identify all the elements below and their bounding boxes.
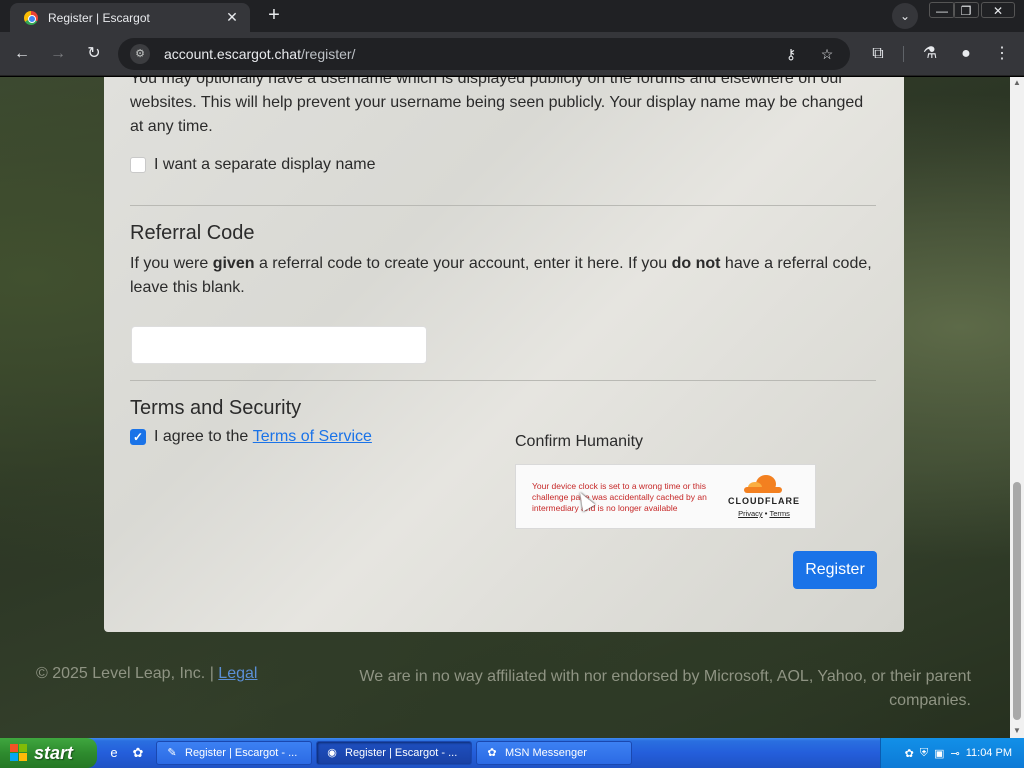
taskbar-button-msn-messenger[interactable]: ✿ MSN Messenger [476, 741, 632, 765]
new-tab-button[interactable]: + [262, 4, 286, 28]
referral-desc-part: a referral code to create your account, … [254, 255, 672, 272]
taskbar-button-label: Register | Escargot - ... [185, 747, 298, 759]
system-tray: ✿ ⛨ ▣ ⊸ 11:04 PM [880, 738, 1024, 768]
display-name-checkbox[interactable] [130, 157, 146, 173]
page-viewport: You may optionally have a username which… [0, 77, 1024, 738]
cloudflare-terms-link[interactable]: Terms [769, 509, 789, 518]
scroll-down-arrow-icon[interactable]: ▼ [1013, 727, 1021, 735]
confirm-humanity-label: Confirm Humanity [515, 433, 644, 450]
windows-taskbar: start e ✿ ✎ Register | Escargot - ... ◉ … [0, 738, 1024, 768]
register-form-card: You may optionally have a username which… [104, 77, 904, 632]
network-tray-icon[interactable]: ▣ [934, 747, 944, 760]
password-key-icon[interactable]: ⚷ [780, 46, 802, 63]
bookmark-star-icon[interactable]: ☆ [816, 46, 838, 63]
footer-copyright: © 2025 Level Leap, Inc. | Legal [36, 665, 257, 683]
toolbar-divider [903, 46, 904, 62]
internet-explorer-quicklaunch-icon[interactable]: e [105, 744, 123, 762]
window-minimize-button[interactable]: — [929, 2, 955, 18]
browser-tab[interactable]: Register | Escargot ✕ [10, 3, 250, 32]
terms-of-service-link[interactable]: Terms of Service [253, 428, 372, 446]
extensions-puzzle-icon[interactable]: ⧉ [866, 42, 890, 66]
url-host: account.escargot.chat [164, 46, 301, 62]
register-button[interactable]: Register [793, 551, 877, 589]
terms-checkbox[interactable]: ✓ [130, 429, 146, 445]
cloudflare-privacy-link[interactable]: Privacy [738, 509, 763, 518]
referral-code-input[interactable] [131, 326, 427, 364]
start-button[interactable]: start [0, 738, 97, 768]
legal-link[interactable]: Legal [218, 665, 257, 682]
copyright-text: © 2025 Level Leap, Inc. | [36, 665, 219, 682]
msn-quicklaunch-icon[interactable]: ✿ [129, 744, 147, 762]
chrome-favicon-icon [24, 10, 38, 25]
display-name-description: You may optionally have a username which… [130, 77, 864, 135]
taskbar-button-label: MSN Messenger [505, 747, 587, 759]
system-clock[interactable]: 11:04 PM [966, 747, 1012, 759]
security-shield-tray-icon[interactable]: ⛨ [920, 747, 928, 760]
chrome-icon: ◉ [327, 747, 337, 759]
cloudflare-logo: CLOUDFLARE Privacy • Terms [724, 475, 804, 518]
tab-close-icon[interactable]: ✕ [224, 9, 240, 26]
section-divider [130, 205, 876, 206]
tab-search-chevron-icon[interactable]: ⌄ [892, 3, 918, 29]
taskbar-button-register-paint[interactable]: ✎ Register | Escargot - ... [156, 741, 312, 765]
turnstile-error-text: Your device clock is set to a wrong time… [532, 481, 707, 513]
browser-toolbar: ← → ↻ ⚙ account.escargot.chat/register/ … [0, 32, 1024, 76]
browser-tabstrip: Register | Escargot ✕ + ⌄ — ❐ ✕ [0, 0, 1024, 32]
taskbar-button-register-chrome[interactable]: ◉ Register | Escargot - ... [316, 741, 472, 765]
address-bar[interactable]: ⚙ account.escargot.chat/register/ ⚷ ☆ [118, 38, 850, 70]
referral-description: If you were given a referral code to cre… [130, 252, 876, 300]
referral-desc-bold: given [212, 255, 255, 272]
msn-icon: ✿ [487, 747, 497, 759]
footer-disclaimer: We are in no way affiliated with nor end… [359, 668, 971, 709]
referral-heading: Referral Code [130, 222, 255, 244]
display-name-row[interactable]: I want a separate display name [130, 156, 375, 174]
profile-avatar-icon[interactable]: ● [954, 42, 978, 66]
labs-flask-icon[interactable]: ⚗ [918, 42, 942, 66]
terms-row[interactable]: ✓ I agree to the Terms of Service [130, 428, 372, 446]
site-info-icon[interactable]: ⚙ [130, 44, 150, 64]
start-label: start [34, 742, 74, 763]
cloudflare-links: Privacy • Terms [724, 509, 804, 518]
window-restore-button[interactable]: ❐ [953, 2, 979, 18]
referral-desc-part: If you were [130, 255, 213, 272]
terms-prefix: I agree to the [154, 428, 249, 445]
scroll-up-arrow-icon[interactable]: ▲ [1013, 79, 1021, 87]
window-close-button[interactable]: ✕ [981, 2, 1015, 18]
section-divider [130, 380, 876, 381]
scrollbar-thumb[interactable] [1013, 482, 1021, 720]
taskbar-button-label: Register | Escargot - ... [345, 747, 458, 759]
cloudflare-wordmark: CLOUDFLARE [728, 496, 800, 506]
windows-flag-icon [10, 744, 28, 762]
reload-icon[interactable]: ↻ [82, 42, 106, 66]
speaker-tray-icon[interactable]: ⊸ [951, 747, 960, 760]
display-name-checkbox-label[interactable]: I want a separate display name [154, 156, 375, 174]
cloudflare-cloud-icon [744, 475, 784, 493]
page-scrollbar[interactable]: ▲ ▼ [1010, 77, 1024, 738]
url-text[interactable]: account.escargot.chat/register/ [164, 46, 766, 62]
forward-arrow-icon[interactable]: → [46, 42, 70, 66]
back-arrow-icon[interactable]: ← [10, 42, 34, 66]
cloudflare-turnstile-widget[interactable]: Your device clock is set to a wrong time… [515, 464, 816, 529]
url-path: /register/ [300, 46, 356, 62]
referral-desc-bold: do not [671, 255, 721, 272]
msn-tray-icon[interactable]: ✿ [905, 747, 914, 760]
kebab-menu-icon[interactable]: ⋮ [990, 42, 1014, 66]
tab-title: Register | Escargot [48, 10, 150, 25]
paint-icon: ✎ [167, 747, 177, 759]
terms-heading: Terms and Security [130, 397, 302, 419]
